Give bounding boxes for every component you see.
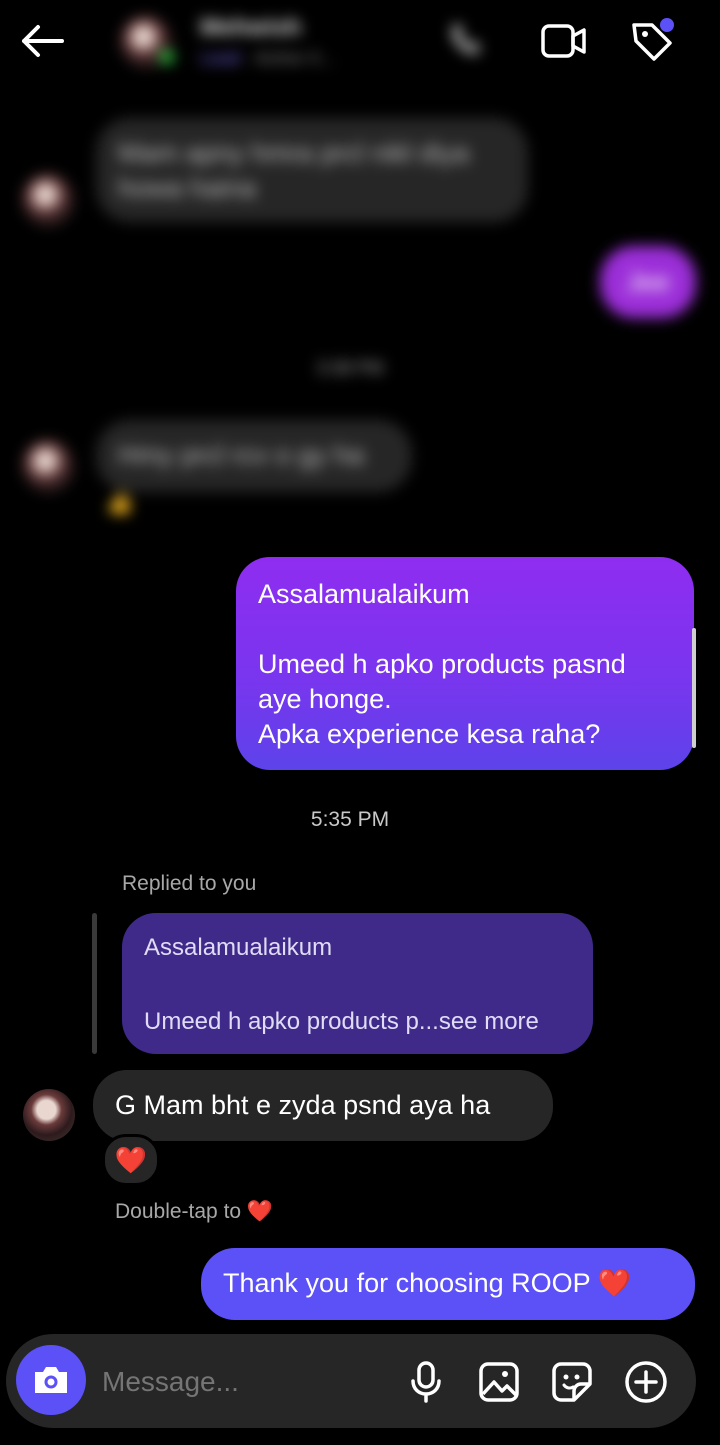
sticker-icon[interactable] xyxy=(549,1358,595,1406)
blurred-history: Mam apny hmra prcl nikl diya howa haina … xyxy=(0,90,720,540)
notification-dot xyxy=(660,18,674,32)
microphone-icon[interactable] xyxy=(404,1358,448,1406)
contact-info[interactable]: Mehwish Lead · Active 4... xyxy=(90,4,490,78)
incoming-message[interactable]: Mam apny hmra prcl nikl diya howa haina xyxy=(96,118,528,222)
outgoing-message[interactable]: Thank you for choosing ROOP ❤️ xyxy=(201,1248,695,1320)
quote-preview: Umeed h apko products p...see more xyxy=(144,1008,539,1035)
message-text: Hmy prcl rcv o gy ha xyxy=(118,440,365,470)
scrollbar[interactable] xyxy=(692,628,696,748)
camera-icon[interactable] xyxy=(16,1345,86,1415)
online-indicator xyxy=(160,50,174,64)
gallery-icon[interactable] xyxy=(476,1358,522,1406)
tag-icon[interactable] xyxy=(626,16,678,66)
plus-icon[interactable] xyxy=(622,1358,670,1406)
message-text: Assalamualaikum Umeed h apko products pa… xyxy=(258,579,626,749)
message-text: Mam apny hmra prcl nikl diya howa haina xyxy=(118,138,470,203)
double-tap-hint: Double-tap to ❤️ xyxy=(115,1200,274,1223)
contact-avatar xyxy=(22,174,74,226)
timestamp: 5:35 PM xyxy=(310,808,390,831)
timestamp: 3:38 PM xyxy=(316,358,384,378)
chat-header: Mehwish Lead · Active 4... xyxy=(0,0,720,88)
contact-name: Mehwish xyxy=(200,14,302,41)
message-text: Thank you for choosing ROOP ❤️ xyxy=(223,1268,632,1298)
quote-text: Assalamualaikum xyxy=(144,934,333,961)
incoming-message[interactable]: G Mam bht e zyda psnd aya ha xyxy=(93,1070,553,1141)
contact-status: Lead · Active 4... xyxy=(200,48,335,68)
message-text: Jee xyxy=(626,266,670,297)
message-input[interactable] xyxy=(100,1356,394,1408)
reaction-emoji: 👍 xyxy=(106,490,134,515)
active-status: Active 4... xyxy=(255,48,335,68)
replied-label: Replied to you xyxy=(122,872,257,895)
outgoing-message[interactable]: Assalamualaikum Umeed h apko products pa… xyxy=(236,557,694,770)
contact-avatar xyxy=(22,440,74,492)
back-arrow-icon[interactable] xyxy=(14,18,70,64)
incoming-message[interactable]: Hmy prcl rcv o gy ha xyxy=(96,420,412,492)
phone-icon[interactable] xyxy=(450,22,480,56)
outgoing-message[interactable]: Jee xyxy=(600,246,696,318)
contact-avatar[interactable] xyxy=(23,1089,75,1141)
reply-bar xyxy=(92,913,97,1054)
video-camera-icon[interactable] xyxy=(538,18,590,64)
reaction-heart[interactable]: ❤️ xyxy=(102,1134,160,1186)
lead-tag: Lead xyxy=(200,48,241,68)
message-text: G Mam bht e zyda psnd aya ha xyxy=(115,1090,491,1120)
quoted-message[interactable]: Assalamualaikum Umeed h apko products p.… xyxy=(122,913,593,1054)
